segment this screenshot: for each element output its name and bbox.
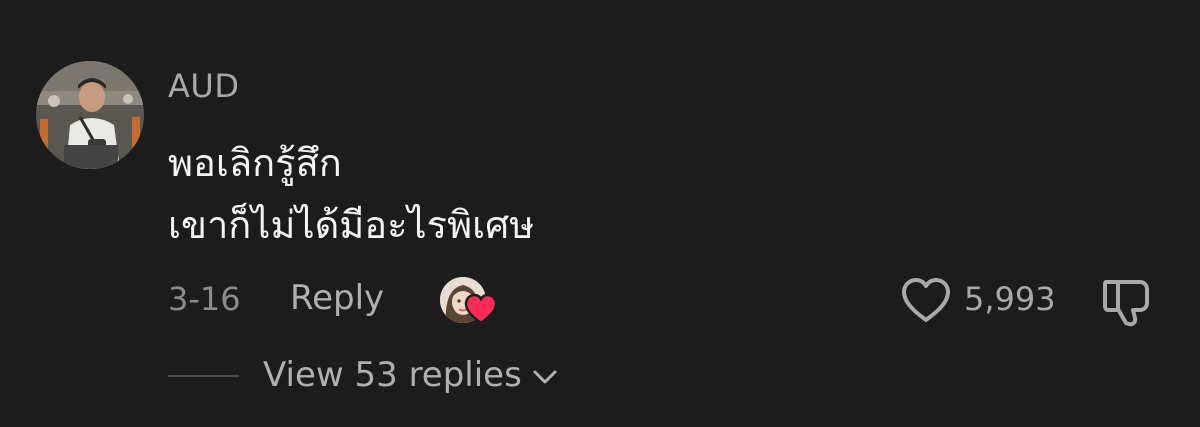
heart-outline-icon[interactable] xyxy=(900,276,952,324)
view-replies-button[interactable]: View 53 replies xyxy=(263,353,560,397)
replies-divider xyxy=(168,375,239,377)
creator-liked-badge xyxy=(440,277,502,327)
comment-text-line: พอเลิกรู้สึก xyxy=(168,141,342,185)
view-replies-label: View 53 replies xyxy=(263,355,522,395)
chevron-down-icon xyxy=(533,370,557,384)
comment-username[interactable]: AUD xyxy=(168,66,239,106)
comment-text: พอเลิกรู้สึก เขาก็ไม่ได้มีอะไรพิเศษ xyxy=(168,132,534,256)
comment-text-line: เขาก็ไม่ได้มีอะไรพิเศษ xyxy=(168,203,535,247)
heart-filled-icon xyxy=(464,293,498,325)
like-count: 5,993 xyxy=(964,280,1056,318)
reply-button[interactable]: Reply xyxy=(290,277,384,319)
commenter-avatar[interactable] xyxy=(36,61,144,169)
comment-date: 3-16 xyxy=(168,280,241,318)
thumbs-down-icon[interactable] xyxy=(1100,276,1156,328)
